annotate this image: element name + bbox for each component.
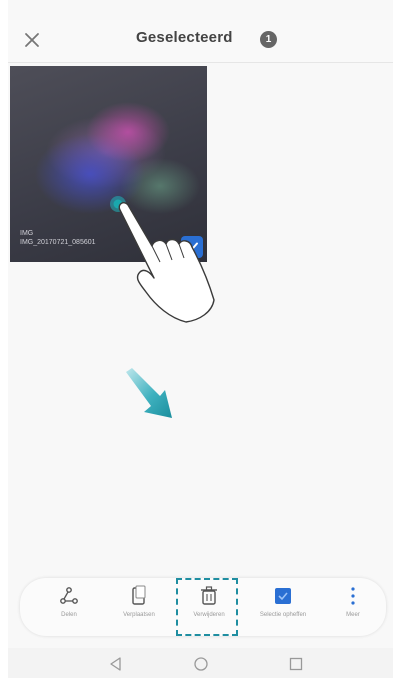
home-icon[interactable] <box>193 656 209 672</box>
move-icon <box>132 585 146 605</box>
thumbnail-caption-line2: IMG_20170721_085601 <box>20 239 96 246</box>
delete-button-highlight <box>176 578 238 636</box>
thumbnail-caption-line1: IMG <box>20 230 34 237</box>
close-icon[interactable] <box>18 26 46 54</box>
recents-icon[interactable] <box>288 656 304 672</box>
system-nav-bar <box>8 648 393 678</box>
page-title: Geselecteerd <box>136 29 233 46</box>
share-button[interactable]: Delen <box>38 582 100 632</box>
back-icon[interactable] <box>108 656 124 672</box>
share-label: Delen <box>61 612 77 618</box>
more-button[interactable]: Meer <box>322 582 384 632</box>
selection-count-badge: 1 <box>260 31 277 48</box>
more-icon <box>351 587 355 605</box>
hand-pointer-icon <box>100 188 230 328</box>
deselect-icon <box>275 588 291 604</box>
thumbnail-caption: IMG IMG_20170721_085601 <box>20 229 96 247</box>
move-button[interactable]: Verplaatsen <box>108 582 170 632</box>
move-label: Verplaatsen <box>123 612 155 618</box>
more-label: Meer <box>346 612 360 618</box>
header: Geselecteerd 1 <box>8 20 393 62</box>
deselect-button[interactable]: Selectie opheffen <box>252 582 314 632</box>
deselect-label: Selectie opheffen <box>259 612 307 618</box>
down-arrow-icon <box>120 366 190 426</box>
header-divider <box>8 62 393 63</box>
share-icon <box>60 587 78 604</box>
phone-screen: Geselecteerd 1 IMG IMG_20170721_085601 D… <box>8 0 393 678</box>
